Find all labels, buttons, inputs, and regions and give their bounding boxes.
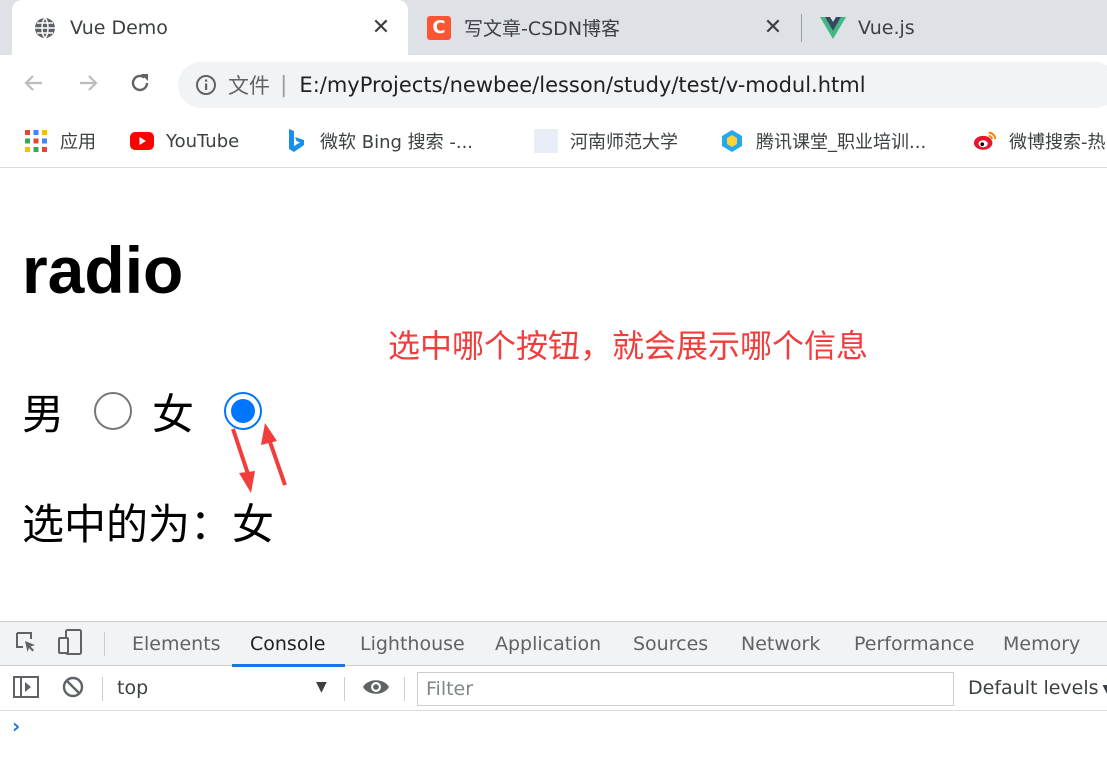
annotation-text: 选中哪个按钮，就会展示哪个信息 bbox=[388, 327, 869, 365]
devtools-tab-application[interactable]: Application bbox=[495, 622, 601, 666]
weibo-icon bbox=[973, 129, 997, 153]
reload-button[interactable] bbox=[122, 67, 158, 103]
radio-label-male: 男 bbox=[22, 389, 65, 439]
tab-vue-demo[interactable]: Vue Demo ✕ bbox=[12, 0, 408, 55]
reload-icon bbox=[128, 71, 152, 99]
tab-title: Vue.js bbox=[858, 16, 915, 39]
devtools-tab-network[interactable]: Network bbox=[741, 622, 820, 666]
page-content: radio 选中哪个按钮，就会展示哪个信息 男 女 选中的为：女 bbox=[0, 169, 1107, 621]
bookmark-label: YouTube bbox=[166, 130, 240, 152]
arrow-left-icon bbox=[22, 71, 46, 99]
toolbar-divider bbox=[404, 677, 405, 701]
tab-close-button[interactable]: ✕ bbox=[758, 13, 788, 43]
tencent-classroom-icon bbox=[720, 129, 744, 153]
url-text[interactable]: E:/myProjects/newbee/lesson/study/test/v… bbox=[299, 73, 865, 97]
inspect-element-button[interactable] bbox=[12, 630, 40, 658]
toolbar-divider bbox=[344, 677, 345, 701]
scheme-label: 文件 bbox=[228, 74, 270, 98]
bookmark-label: 微博搜索-热 bbox=[1009, 132, 1106, 153]
radio-checked-dot bbox=[231, 399, 256, 423]
toolbar-divider bbox=[102, 677, 103, 701]
vue-icon bbox=[820, 15, 846, 41]
info-icon[interactable] bbox=[194, 73, 218, 97]
clear-console-button[interactable] bbox=[59, 675, 87, 703]
bookmark-label: 腾讯课堂_职业培训... bbox=[756, 132, 927, 153]
apps-grid-icon bbox=[24, 129, 48, 153]
bookmark-label: 河南师范大学 bbox=[570, 132, 678, 153]
console-prompt[interactable]: › bbox=[12, 714, 20, 738]
tab-vuejs[interactable]: Vue.js bbox=[806, 0, 1107, 55]
blank-page-icon bbox=[534, 129, 558, 153]
youtube-icon bbox=[130, 129, 154, 153]
arrow-right-icon bbox=[76, 71, 100, 99]
page-title: radio bbox=[22, 233, 184, 307]
arrow-up-annotation bbox=[261, 423, 287, 486]
bookmark-weibo[interactable]: 微博搜索-热 bbox=[973, 126, 1106, 156]
inspect-cursor-icon bbox=[14, 630, 38, 658]
show-sidebar-button[interactable] bbox=[12, 675, 40, 703]
console-toolbar: top ▼ Default levels▼ bbox=[0, 667, 1107, 711]
devtools-tab-performance[interactable]: Performance bbox=[854, 622, 974, 666]
radio-label-female: 女 bbox=[152, 389, 195, 439]
annotation-arrows bbox=[231, 423, 287, 493]
devtools-tab-lighthouse[interactable]: Lighthouse bbox=[360, 622, 465, 666]
bookmark-tencent-classroom[interactable]: 腾讯课堂_职业培训... bbox=[720, 126, 926, 156]
toolbar-divider bbox=[104, 632, 105, 656]
arrow-down-annotation bbox=[231, 428, 255, 493]
tab-close-button[interactable]: ✕ bbox=[366, 13, 396, 43]
csdn-logo: C bbox=[427, 15, 451, 40]
eye-icon bbox=[362, 678, 390, 700]
devtools-tab-elements[interactable]: Elements bbox=[132, 622, 221, 666]
back-button[interactable] bbox=[16, 67, 52, 103]
log-levels-label: Default levels bbox=[968, 677, 1099, 699]
address-separator: | bbox=[280, 72, 288, 98]
bookmark-apps[interactable]: 应用 bbox=[24, 126, 96, 156]
bookmark-henan-normal[interactable]: 河南师范大学 bbox=[534, 126, 678, 156]
live-expression-button[interactable] bbox=[362, 675, 390, 703]
tab-strip: Vue Demo ✕ C 写文章-CSDN博客 ✕ Vue.js bbox=[0, 0, 1107, 55]
caret-down-icon[interactable]: ▼ bbox=[316, 679, 327, 695]
log-levels-dropdown[interactable]: Default levels▼ bbox=[968, 677, 1107, 699]
device-icon bbox=[58, 629, 82, 659]
csdn-icon: C bbox=[426, 15, 452, 41]
console-filter-input[interactable] bbox=[417, 672, 954, 706]
browser-toolbar: 文件 | E:/myProjects/newbee/lesson/study/t… bbox=[0, 55, 1107, 114]
execution-context-select[interactable]: top bbox=[117, 677, 148, 699]
bookmark-label: 微软 Bing 搜索 -... bbox=[320, 132, 474, 153]
tab-title: 写文章-CSDN博客 bbox=[464, 18, 621, 40]
devtools-tab-bar: Elements Console Lighthouse Application … bbox=[0, 622, 1107, 667]
bing-icon bbox=[284, 129, 308, 153]
address-bar[interactable]: 文件 | E:/myProjects/newbee/lesson/study/t… bbox=[178, 62, 1107, 108]
devtools-panel: Elements Console Lighthouse Application … bbox=[0, 621, 1107, 758]
bookmark-bing[interactable]: 微软 Bing 搜索 -... bbox=[284, 126, 473, 156]
bookmark-label: 应用 bbox=[60, 132, 96, 153]
radio-male[interactable] bbox=[94, 392, 133, 430]
device-toolbar-button[interactable] bbox=[56, 629, 84, 659]
tab-csdn[interactable]: C 写文章-CSDN博客 ✕ bbox=[416, 0, 800, 55]
bookmarks-bar: 应用 YouTube 微软 Bing 搜索 -... 河南师范大学 腾讯课堂_职… bbox=[0, 114, 1107, 168]
tab-title: Vue Demo bbox=[70, 16, 168, 39]
devtools-tab-console[interactable]: Console bbox=[231, 622, 346, 667]
devtools-tab-memory[interactable]: Memory bbox=[1003, 622, 1080, 666]
caret-down-icon: ▼ bbox=[1103, 682, 1107, 698]
block-icon bbox=[61, 675, 85, 703]
bookmark-youtube[interactable]: YouTube bbox=[130, 126, 239, 156]
tab-divider bbox=[801, 14, 802, 42]
devtools-tab-sources[interactable]: Sources bbox=[633, 622, 708, 666]
sidebar-icon bbox=[13, 676, 39, 702]
forward-button[interactable] bbox=[70, 67, 106, 103]
globe-icon bbox=[32, 15, 58, 41]
